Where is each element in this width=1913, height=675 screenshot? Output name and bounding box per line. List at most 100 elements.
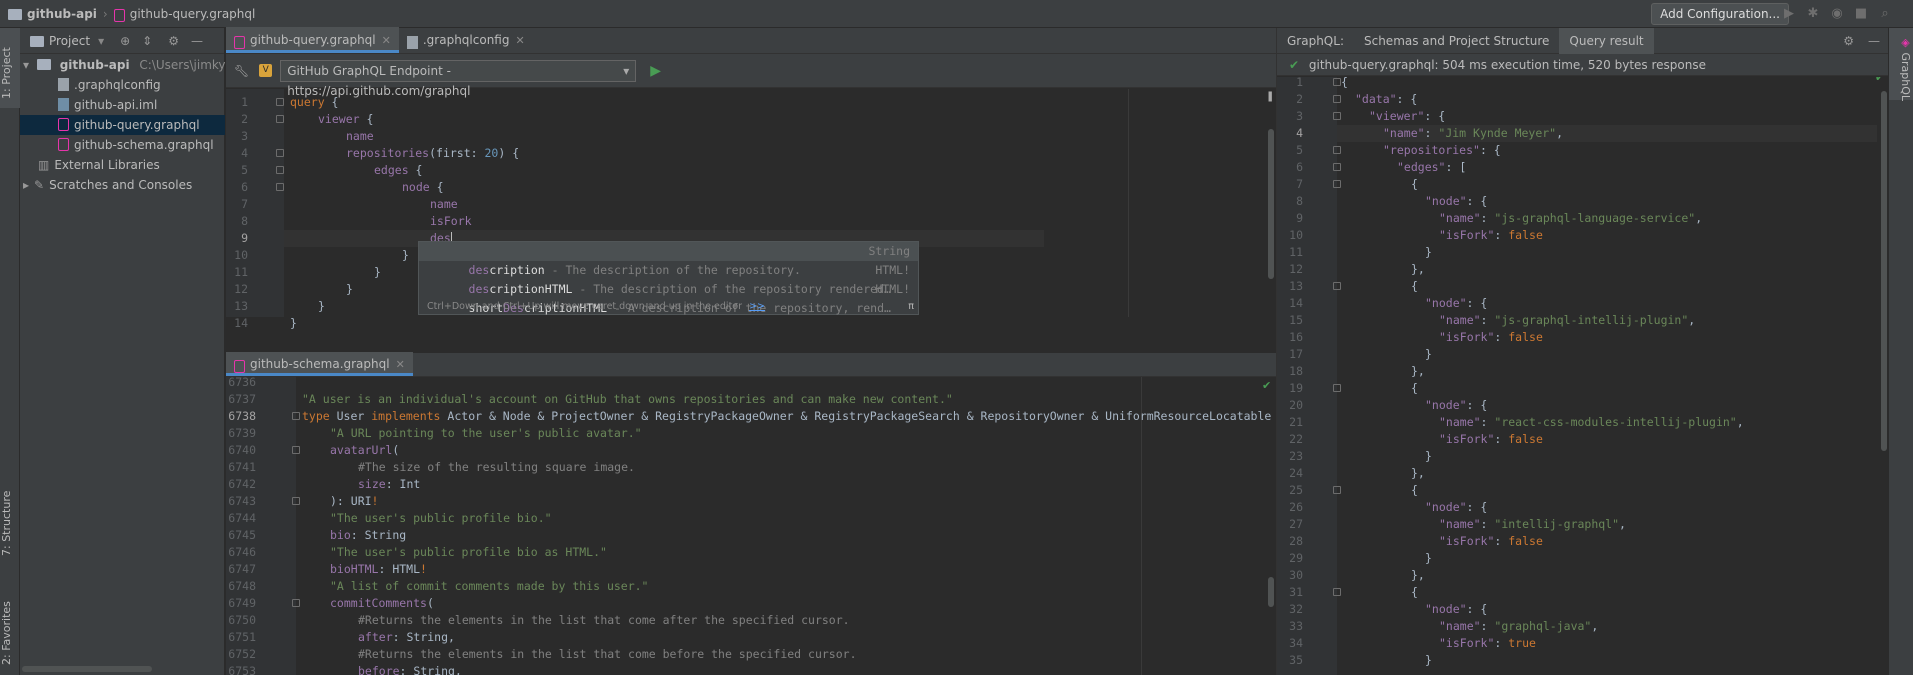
tab-graphqlconfig[interactable]: .graphqlconfig ✕ <box>399 27 533 53</box>
code-line: } <box>318 299 325 313</box>
debug-icon[interactable]: ✱ <box>1805 6 1821 22</box>
line-number: 6745 <box>228 528 256 542</box>
add-configuration-button[interactable]: Add Configuration... <box>1651 3 1789 25</box>
vertical-scrollbar[interactable] <box>1268 129 1274 279</box>
line-number: 27 <box>1289 517 1303 531</box>
line-number: 1 <box>1296 77 1303 89</box>
locate-icon[interactable]: ⊕ <box>120 34 130 48</box>
breadcrumb-project[interactable]: github-api <box>27 7 97 21</box>
completion-item-descriptionhtml[interactable]: descriptionHTML - The description of the… <box>419 261 918 296</box>
fold-marker[interactable] <box>276 115 284 123</box>
vertical-scrollbar[interactable] <box>1881 91 1887 451</box>
code-line: name <box>346 129 374 143</box>
breadcrumb-file[interactable]: github-query.graphql <box>130 7 256 21</box>
line-number: 6740 <box>228 443 256 457</box>
fold-marker[interactable] <box>276 98 284 106</box>
line-number: 6738 <box>228 409 256 423</box>
fold-marker[interactable] <box>1333 384 1341 392</box>
project-view-selector[interactable]: Project <box>49 34 90 48</box>
line-number: 6752 <box>228 647 256 661</box>
collapse-all-icon[interactable]: ⇕ <box>142 34 152 48</box>
fold-marker[interactable] <box>1333 180 1341 188</box>
wrench-icon[interactable]: 🔧︎ <box>234 64 249 78</box>
line-number: 34 <box>1289 636 1303 650</box>
line-number: 5 <box>1296 143 1303 157</box>
tree-item-external-libraries[interactable]: ▥ External Libraries <box>20 155 225 175</box>
tab-github-schema[interactable]: github-schema.graphql ✕ <box>226 352 413 376</box>
fold-marker[interactable] <box>1333 282 1341 290</box>
code-line: bioHTML: HTML! <box>330 562 427 576</box>
gear-icon[interactable]: ⚙ <box>1843 34 1854 48</box>
close-icon[interactable]: ✕ <box>382 34 391 47</box>
close-icon[interactable]: ✕ <box>515 34 524 47</box>
fold-marker[interactable] <box>292 497 300 505</box>
tree-root[interactable]: ▾ github-api C:\Users\jimky\Ide <box>20 55 225 75</box>
line-number: 15 <box>1289 313 1303 327</box>
chevron-down-icon[interactable]: ▾ <box>98 34 104 48</box>
line-number: 19 <box>1289 381 1303 395</box>
fold-marker[interactable] <box>292 412 300 420</box>
run-query-icon[interactable]: ▶ <box>650 63 661 79</box>
coverage-icon[interactable]: ◉ <box>1829 6 1845 22</box>
tree-item-schema[interactable]: github-schema.graphql <box>20 135 225 155</box>
line-number: 1 <box>241 95 248 109</box>
horizontal-scrollbar[interactable] <box>22 666 152 672</box>
tree-item-query[interactable]: github-query.graphql <box>20 115 225 135</box>
stop-icon[interactable]: ■ <box>1853 6 1869 22</box>
result-viewer[interactable]: 1 2 3 4 5 6 7 8 9 10 11 12 13 14 15 16 1… <box>1277 77 1889 675</box>
line-number: 6736 <box>228 377 256 389</box>
graphql-file-icon <box>234 35 245 49</box>
tree-item-graphqlconfig[interactable]: .graphqlconfig <box>20 75 225 95</box>
line-number: 2 <box>241 112 248 126</box>
chevron-down-icon: ▾ <box>623 63 630 78</box>
tree-root-label: github-api <box>59 58 130 72</box>
fold-marker[interactable] <box>1333 95 1341 103</box>
completion-item-shortdescriptionhtml[interactable]: shortDescriptionHTML - A description of … <box>419 280 918 315</box>
fold-marker[interactable] <box>1333 78 1341 86</box>
vertical-scrollbar[interactable] <box>1268 577 1274 607</box>
tab-query-result[interactable]: Query result <box>1559 27 1654 54</box>
fold-marker[interactable] <box>292 599 300 607</box>
gear-icon[interactable]: ⚙ <box>168 34 179 48</box>
close-icon[interactable]: ✕ <box>396 358 405 371</box>
fold-marker[interactable] <box>1333 163 1341 171</box>
variables-icon[interactable]: V <box>259 64 273 77</box>
completion-hint-link[interactable]: >> <box>749 301 765 312</box>
fold-marker[interactable] <box>276 183 284 191</box>
project-tool-tab[interactable]: 1: Project <box>0 38 20 108</box>
hide-icon[interactable]: — <box>1868 34 1880 48</box>
graphql-tool-tab[interactable]: ◈ GraphQL <box>1891 36 1912 101</box>
fold-marker[interactable] <box>292 446 300 454</box>
tab-schemas[interactable]: Schemas and Project Structure <box>1354 28 1559 54</box>
line-number: 6737 <box>228 392 256 406</box>
graphql-file-icon <box>58 138 69 151</box>
code-line: viewer { <box>318 112 374 126</box>
fold-marker[interactable] <box>276 149 284 157</box>
endpoint-select[interactable]: GitHub GraphQL Endpoint - https://api.gi… <box>280 59 637 98</box>
code-line: } <box>346 282 353 296</box>
schema-editor[interactable]: 6736 6737 6738 6739 6740 6741 6742 6743 … <box>226 377 1276 675</box>
code-line: #Returns the elements in the list that c… <box>358 613 850 627</box>
fold-marker[interactable] <box>1333 588 1341 596</box>
tree-item-iml[interactable]: github-api.iml <box>20 95 225 115</box>
line-number: 16 <box>1289 330 1303 344</box>
line-number: 13 <box>234 299 248 313</box>
favorites-tool-tab[interactable]: 2: Favorites <box>0 598 20 668</box>
fold-marker[interactable] <box>1333 146 1341 154</box>
tab-github-query[interactable]: github-query.graphql ✕ <box>226 27 399 53</box>
code-line: "The user's public profile bio." <box>330 511 552 525</box>
structure-tool-tab[interactable]: 7: Structure <box>0 478 20 568</box>
search-icon[interactable]: ⌕ <box>1877 6 1893 22</box>
fold-marker[interactable] <box>276 166 284 174</box>
run-icon[interactable]: ▶ <box>1781 6 1797 22</box>
completion-item-description[interactable]: description - The description of the rep… <box>419 242 918 277</box>
line-number: 17 <box>1289 347 1303 361</box>
pi-icon[interactable]: π <box>908 299 914 314</box>
tree-item-scratches[interactable]: ▸ ✎ Scratches and Consoles <box>20 175 225 195</box>
fold-marker[interactable] <box>1333 486 1341 494</box>
hide-icon[interactable]: — <box>191 34 203 48</box>
json-line: "node": { <box>1425 602 1488 616</box>
fold-marker[interactable] <box>1333 112 1341 120</box>
module-file-icon <box>58 98 69 111</box>
navigation-bar: github-api › github-query.graphql <box>0 0 1913 28</box>
